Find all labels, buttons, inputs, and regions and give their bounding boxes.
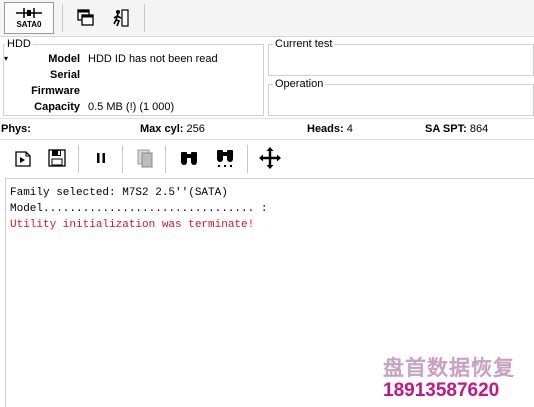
model-value: HDD ID has not been read: [88, 53, 218, 65]
hdd-group-title: HDD: [5, 38, 33, 50]
max-cyl-status: Max cyl: 256: [140, 122, 205, 136]
toolbar-separator: [165, 145, 166, 173]
sata-port-icon: [16, 8, 42, 18]
copy-windows-button[interactable]: [74, 6, 98, 30]
operation-title: Operation: [273, 78, 326, 90]
pause-button[interactable]: [88, 145, 114, 171]
phys-label: Phys:: [1, 123, 31, 135]
current-test-title: Current test: [273, 38, 335, 50]
binoculars-icon: [181, 152, 197, 165]
model-label: Model: [48, 53, 80, 65]
load-module-icon: [15, 151, 31, 167]
max-cyl-value: 256: [186, 123, 205, 135]
watermark-company: 盘首数据恢复: [383, 356, 515, 380]
run-button[interactable]: [109, 6, 133, 30]
sa-spt-value: 864: [469, 123, 489, 135]
sata-port-label: SATA0: [16, 20, 42, 29]
toolbar-separator: [247, 145, 248, 173]
copy-windows-icon: [77, 9, 94, 26]
phys-status-bar: Phys: Max cyl: 256 Heads: 4 SA SPT: 864: [0, 118, 534, 140]
copy-disabled-icon: [137, 149, 153, 168]
move-button[interactable]: [257, 145, 283, 171]
sata-port-button[interactable]: SATA0: [4, 2, 54, 34]
capacity-value: 0.5 MB (!) (1 000): [88, 101, 175, 113]
log-line: Family selected: M7S2 2.5''(SATA): [10, 187, 228, 199]
binoculars-find-icon: [217, 150, 233, 167]
heads-status: Heads: 4: [307, 122, 353, 136]
toolbar-separator: [78, 145, 79, 173]
max-cyl-label: Max cyl:: [140, 123, 184, 135]
capacity-label: Capacity: [34, 101, 80, 113]
log-line: Model................................ :: [10, 203, 268, 215]
log-error-line: Utility initialization was terminate!: [10, 219, 255, 231]
heads-label: Heads:: [307, 123, 344, 135]
search-button[interactable]: [176, 145, 202, 171]
tools-toolbar: [0, 140, 534, 178]
run-person-icon: [113, 9, 129, 27]
firmware-label: Firmware: [31, 85, 80, 97]
find-next-button[interactable]: [212, 145, 238, 171]
copy-button[interactable]: [132, 145, 158, 171]
serial-label: Serial: [50, 69, 80, 81]
save-module-button[interactable]: [44, 145, 70, 171]
pause-icon: [97, 153, 105, 163]
save-module-icon: [48, 149, 66, 167]
sa-spt-status: SA SPT: 864: [425, 122, 488, 136]
heads-value: 4: [346, 123, 353, 135]
toolbar-separator: [144, 4, 145, 32]
toolbar-separator: [62, 4, 63, 32]
load-module-button[interactable]: [10, 145, 36, 171]
watermark-phone: 18913587620: [383, 380, 500, 401]
main-toolbar: SATA0: [0, 0, 534, 37]
sa-spt-label: SA SPT:: [425, 123, 467, 135]
toolbar-separator: [122, 145, 123, 173]
move-arrows-icon: [259, 147, 281, 169]
